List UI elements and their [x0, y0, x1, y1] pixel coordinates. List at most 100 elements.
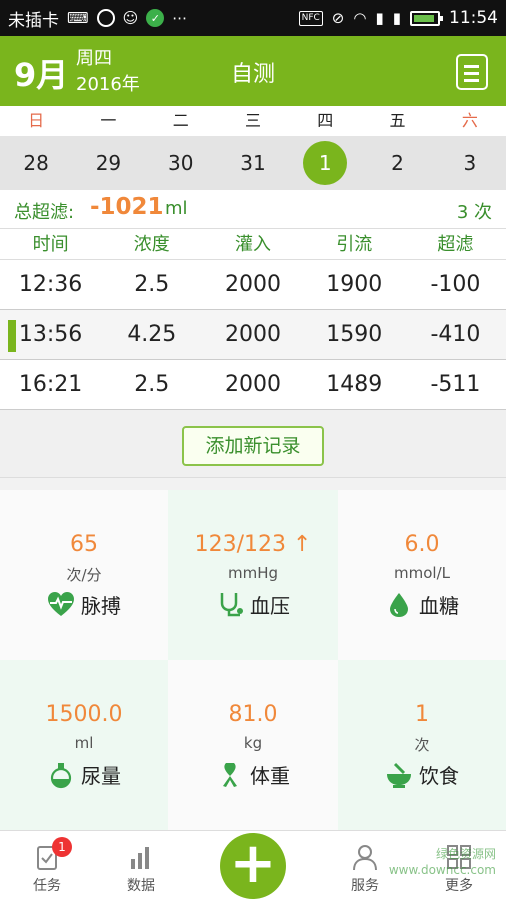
document-icon-line [464, 65, 479, 68]
column-header-time: 时间 [32, 234, 69, 255]
clock: 11:54 [449, 8, 498, 28]
metric-value: 81.0 [228, 702, 278, 727]
nav-label: 服务 [351, 878, 379, 894]
metric-pulse[interactable]: 65 次/分 脉搏 [0, 490, 168, 660]
cell-ultrafiltration: -410 [430, 322, 481, 347]
metric-unit: mmHg [227, 564, 279, 582]
status-bar: 未插卡 ⌨ ☺ ✓ ⋯ NFC ⊘ ◠ ▮ ▮ 11:54 [0, 0, 506, 36]
records-table: 时间 浓度 灌入 引流 超滤 12:36 2.5 2000 1900 -100 … [0, 228, 506, 410]
carrier-label: 未插卡 [8, 10, 59, 31]
weekday-sun: 日 [28, 111, 45, 130]
cell-ultrafiltration: -100 [430, 272, 481, 297]
app-notification-icon: ✓ [146, 9, 165, 27]
flask-icon [50, 762, 72, 788]
cell-time: 16:21 [18, 372, 83, 397]
weekday-thu: 四 [317, 111, 334, 130]
metric-name-row: 尿量 [47, 760, 121, 789]
date-number: 29 [95, 151, 122, 175]
metric-blood-pressure[interactable]: 123/123 ↑ mmHg 血压 [168, 490, 338, 660]
mortar-bowl-icon [387, 762, 411, 788]
metric-urine-volume[interactable]: 1500.0 ml 尿量 [0, 660, 168, 830]
cell-concentration: 2.5 [134, 372, 170, 397]
wifi-icon: ◠ [353, 8, 367, 27]
sync-icon [96, 9, 115, 27]
ribbon-icon [223, 762, 237, 787]
metric-name: 尿量 [81, 764, 121, 788]
date-cell[interactable]: 29 [72, 136, 144, 190]
metric-unit: ml [74, 734, 94, 752]
summary-unit: ml [165, 198, 188, 219]
report-button[interactable] [456, 54, 488, 90]
date-number: 1 [303, 141, 348, 185]
sim-2-icon: ▮ [392, 8, 401, 27]
row-marker [8, 320, 16, 352]
cell-infusion: 2000 [225, 372, 281, 397]
metric-blood-sugar[interactable]: 6.0 mmol/L 血糖 [338, 490, 506, 660]
metric-name: 血糖 [419, 594, 459, 618]
table-row[interactable]: 12:36 2.5 2000 1900 -100 [0, 260, 506, 310]
weekday-fri: 五 [389, 111, 406, 130]
nfc-icon: NFC [298, 10, 323, 26]
blood-drop-icon [390, 592, 408, 617]
mute-icon: ⊘ [331, 8, 345, 27]
app-header: 9月 周四 2016年 自测 [0, 36, 506, 106]
summary-label: 总超滤: [14, 202, 75, 223]
tasks-badge: 1 [52, 837, 72, 857]
metric-name-row: 脉搏 [47, 590, 121, 619]
date-strip: 28 29 30 31 1 2 3 [0, 136, 506, 190]
add-button[interactable]: + [220, 833, 286, 899]
metric-name-row: 血压 [216, 590, 290, 619]
column-header-infusion: 灌入 [235, 234, 271, 255]
column-header-ultrafiltration: 超滤 [437, 234, 474, 255]
metric-weight[interactable]: 81.0 kg 体重 [168, 660, 338, 830]
date-cell-selected[interactable]: 1 [289, 136, 361, 190]
page-title: 自测 [230, 62, 275, 87]
column-header-drainage: 引流 [336, 234, 373, 255]
metric-unit: mmol/L [394, 564, 450, 582]
smile-icon: ☺ [122, 8, 139, 27]
metric-unit: kg [243, 734, 263, 752]
date-cell[interactable]: 30 [145, 136, 217, 190]
nav-data[interactable]: 数据 [94, 831, 188, 900]
metrics-grid: 65 次/分 脉搏 123/123 ↑ mmHg 血压 6.0 mmol/L 血… [0, 490, 506, 830]
summary-count: 3 次 [456, 202, 492, 223]
weekday-header: 日 一 二 三 四 五 六 [0, 106, 506, 136]
metric-name: 血压 [250, 594, 290, 618]
table-row-highlighted[interactable]: 13:56 4.25 2000 1590 -410 [0, 310, 506, 360]
metric-value: 1500.0 [45, 702, 123, 727]
date-number: 30 [167, 151, 194, 175]
cell-infusion: 2000 [225, 322, 281, 347]
add-record-button[interactable]: 添加新记录 [182, 426, 324, 466]
metric-unit: 次/分 [66, 566, 102, 584]
column-header-concentration: 浓度 [133, 234, 170, 255]
date-cell[interactable]: 31 [217, 136, 289, 190]
cell-ultrafiltration: -511 [430, 372, 481, 397]
watermark: 绿色资源网 www.downcc.com [388, 847, 496, 877]
nav-center: + [188, 831, 318, 900]
weekday-mon: 一 [100, 111, 117, 130]
keyboard-icon: ⌨ [67, 8, 89, 27]
cell-concentration: 2.5 [134, 272, 170, 297]
metric-diet[interactable]: 1 次 饮食 [338, 660, 506, 830]
cell-infusion: 2000 [225, 272, 281, 297]
cell-time: 12:36 [18, 272, 83, 297]
metric-value: 65 [70, 532, 98, 557]
weekday-sat: 六 [461, 111, 478, 130]
cell-drainage: 1590 [326, 322, 383, 347]
bar-chart-icon [131, 847, 149, 869]
date-cell[interactable]: 2 [361, 136, 433, 190]
nav-label: 更多 [445, 878, 473, 894]
table-row[interactable]: 16:21 2.5 2000 1489 -511 [0, 360, 506, 410]
cell-drainage: 1900 [326, 272, 383, 297]
date-cell[interactable]: 3 [434, 136, 506, 190]
metric-name: 脉搏 [81, 594, 121, 618]
document-icon-line [464, 79, 479, 82]
cell-concentration: 4.25 [127, 322, 177, 347]
metric-value: 1 [415, 702, 429, 727]
nav-label: 任务 [33, 878, 61, 894]
more-notifications-icon: ⋯ [172, 8, 188, 27]
metric-name-row: 饮食 [385, 760, 459, 789]
heart-pulse-icon [48, 591, 74, 616]
date-cell[interactable]: 28 [0, 136, 72, 190]
nav-tasks[interactable]: 1 任务 [0, 831, 94, 900]
